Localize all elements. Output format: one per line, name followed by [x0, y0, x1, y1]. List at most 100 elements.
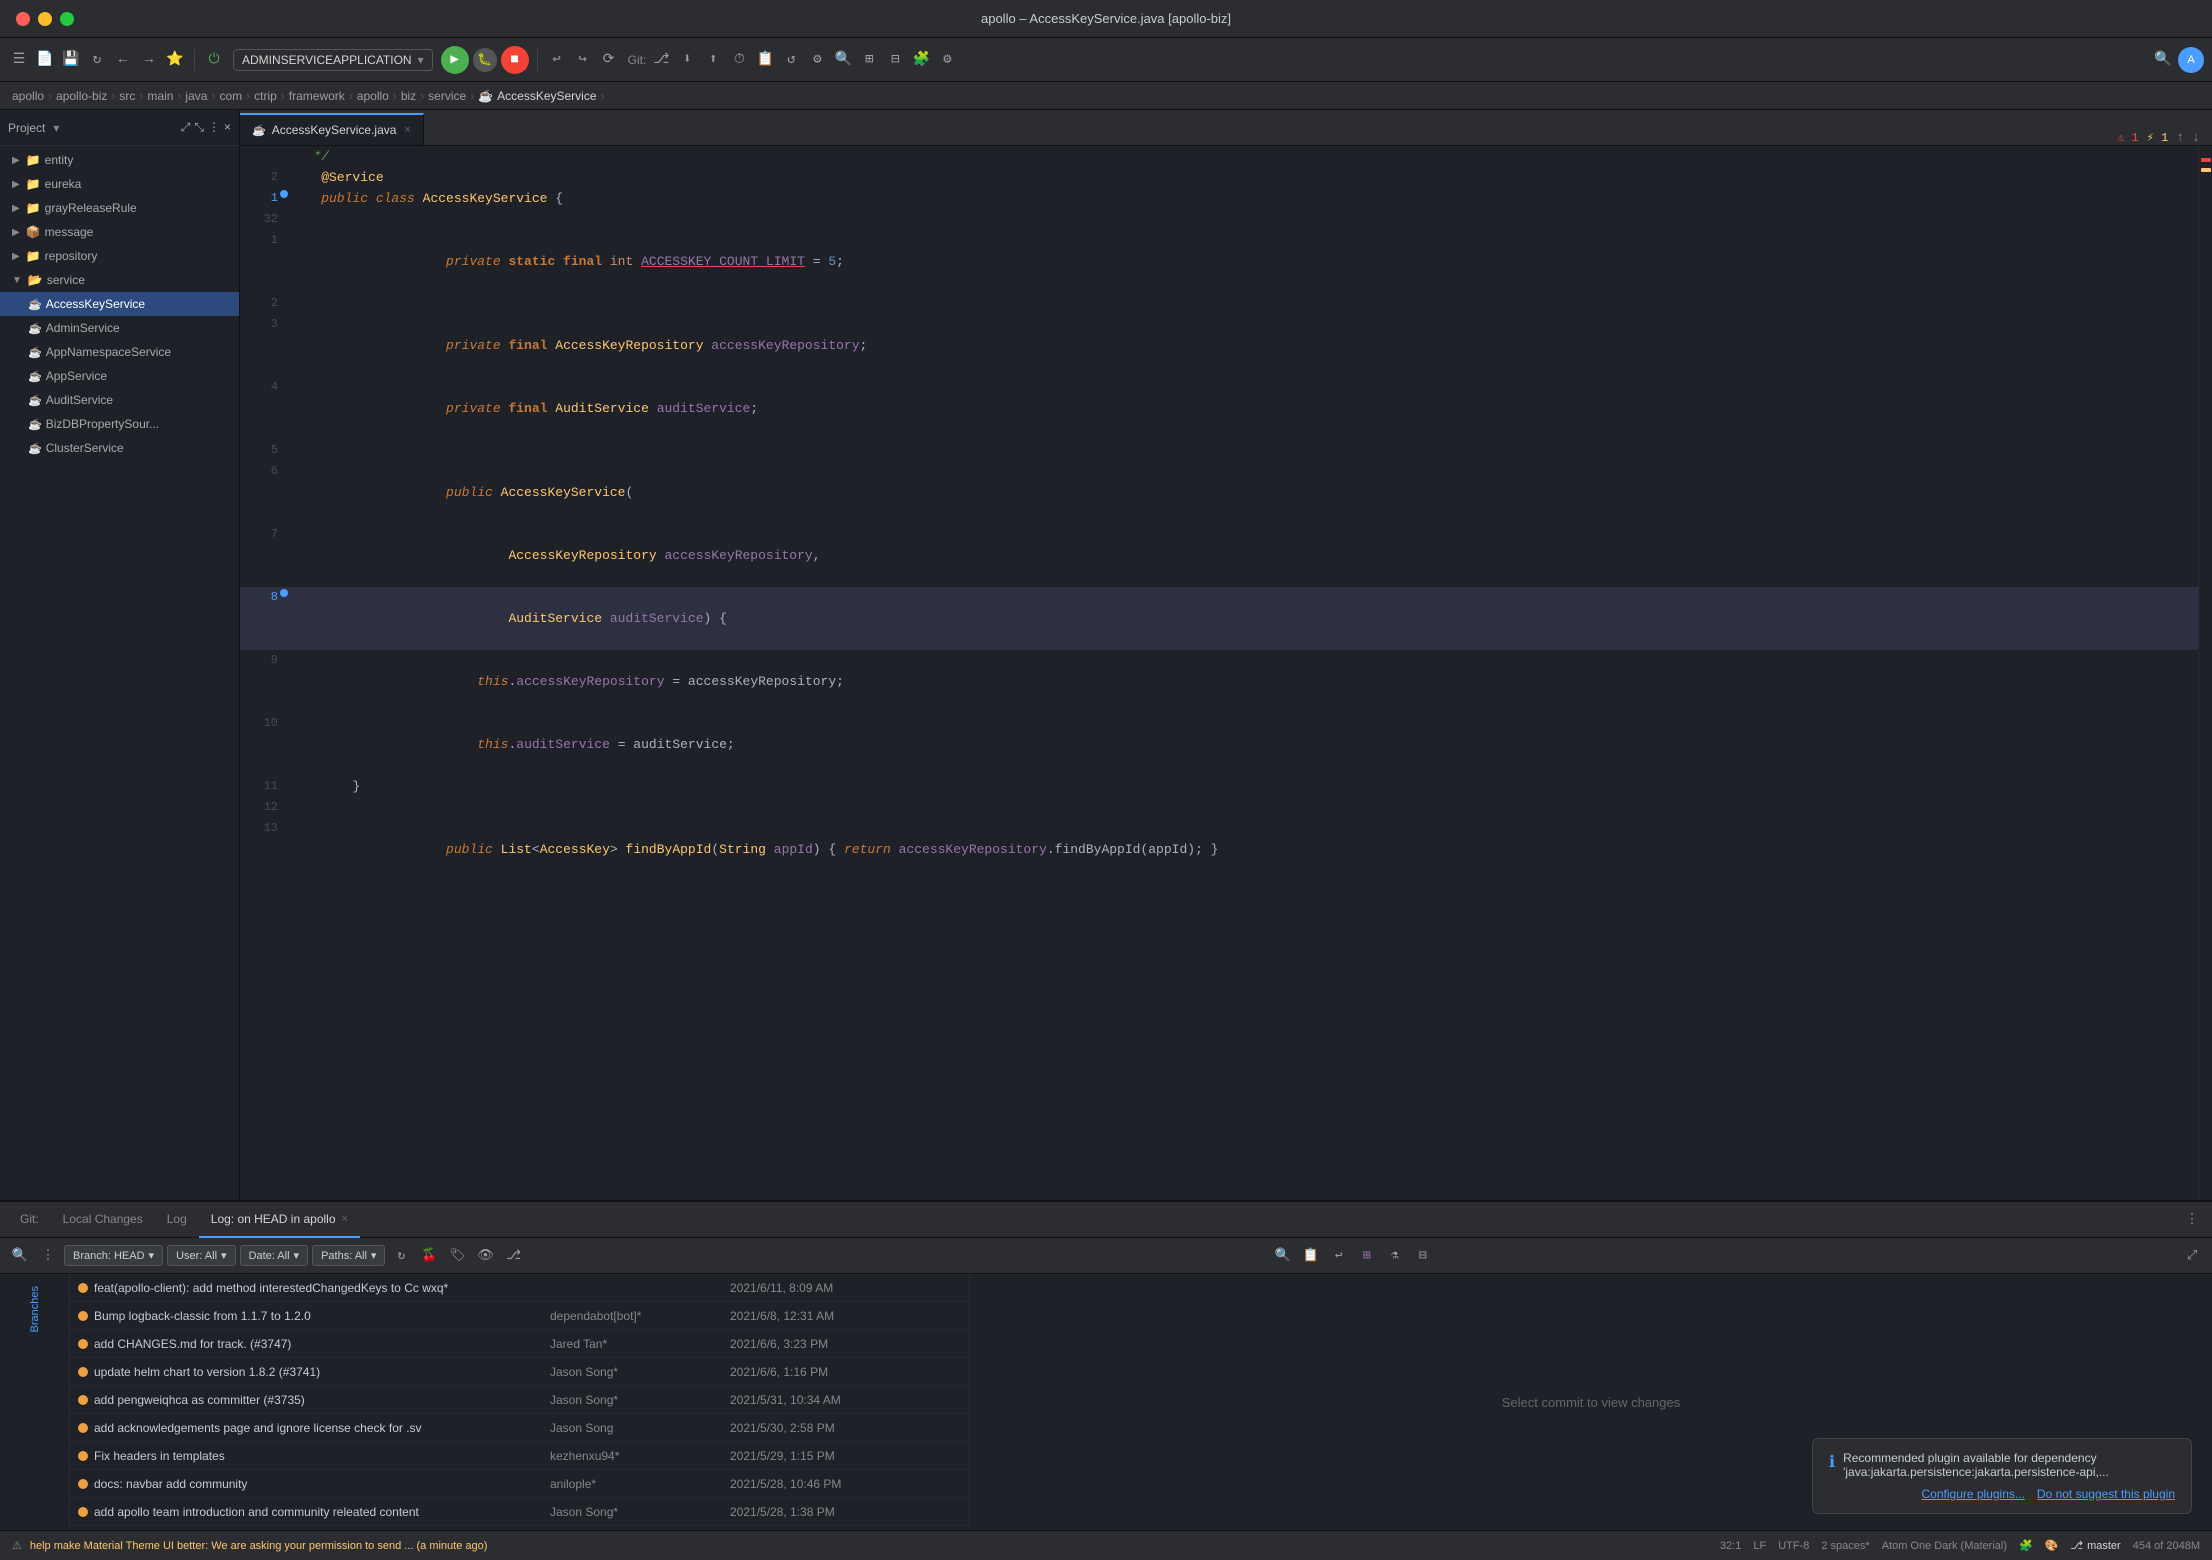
- minimize-button[interactable]: [38, 12, 52, 26]
- git-grid-icon[interactable]: ⊞: [1355, 1244, 1379, 1268]
- sidebar-item-cluster-service[interactable]: ☕ ClusterService: [0, 436, 239, 460]
- breadcrumb-ctrip[interactable]: ctrip: [254, 89, 277, 103]
- status-line-sep[interactable]: LF: [1753, 1540, 1766, 1552]
- tab-log-on-head[interactable]: Log: on HEAD in apollo ×: [199, 1202, 360, 1238]
- user-filter[interactable]: User: All ▾: [167, 1245, 236, 1266]
- sidebar-collapse-icon[interactable]: ⤡: [194, 120, 204, 135]
- nav-up-icon[interactable]: ↑: [2176, 130, 2184, 145]
- theme-icon-status[interactable]: 🎨: [2045, 1539, 2059, 1552]
- close-button[interactable]: [16, 12, 30, 26]
- commit-row[interactable]: feat(apollo-client): add method interest…: [70, 1274, 969, 1302]
- save-icon[interactable]: 💾: [60, 49, 82, 71]
- bottom-more-icon[interactable]: ⋮: [2180, 1208, 2204, 1232]
- status-encoding[interactable]: UTF-8: [1778, 1540, 1809, 1552]
- breadcrumb-java[interactable]: java: [185, 89, 207, 103]
- revert-icon[interactable]: ↩: [546, 49, 568, 71]
- new-file-icon[interactable]: 📄: [34, 49, 56, 71]
- commit-row[interactable]: docs: navbar add community anilople* 202…: [70, 1470, 969, 1498]
- commit-row[interactable]: add acknowledgements page and ignore lic…: [70, 1414, 969, 1442]
- git-options-icon[interactable]: ⋮: [36, 1244, 60, 1268]
- sidebar-item-app-namespace-service[interactable]: ☕ AppNamespaceService: [0, 340, 239, 364]
- sidebar-item-audit-service[interactable]: ☕ AuditService: [0, 388, 239, 412]
- sidebar-item-gray-release-rule[interactable]: ▶ 📁 grayReleaseRule: [0, 196, 239, 220]
- tab-log[interactable]: Log: [155, 1202, 199, 1238]
- git-filter2-icon[interactable]: ⚗: [1383, 1244, 1407, 1268]
- back-icon[interactable]: ←: [112, 49, 134, 71]
- layout-icon[interactable]: ⊞: [858, 49, 880, 71]
- git-branch-icon[interactable]: ⎇: [650, 49, 672, 71]
- branch-filter[interactable]: Branch: HEAD ▾: [64, 1245, 163, 1266]
- tab-close-button[interactable]: ×: [404, 124, 410, 136]
- redo-icon[interactable]: ↪: [572, 49, 594, 71]
- search-run-icon[interactable]: 🔍: [832, 49, 854, 71]
- date-filter[interactable]: Date: All ▾: [240, 1245, 309, 1266]
- breadcrumb-src[interactable]: src: [119, 89, 135, 103]
- sidebar-item-eureka[interactable]: ▶ 📁 eureka: [0, 172, 239, 196]
- breadcrumb-apollo2[interactable]: apollo: [357, 89, 389, 103]
- project-icon[interactable]: ☰: [8, 49, 30, 71]
- paths-filter[interactable]: Paths: All ▾: [312, 1245, 385, 1266]
- sidebar-item-service[interactable]: ▼ 📂 service: [0, 268, 239, 292]
- git-push-icon[interactable]: ⬆: [702, 49, 724, 71]
- sidebar-item-entity[interactable]: ▶ 📁 entity: [0, 148, 239, 172]
- breadcrumb-service[interactable]: service: [428, 89, 466, 103]
- commit-row[interactable]: add apollo team introduction and communi…: [70, 1498, 969, 1526]
- breadcrumb-apollo[interactable]: apollo: [12, 89, 44, 103]
- plugin-icon[interactable]: 🧩: [910, 49, 932, 71]
- debug-button[interactable]: 🐛: [473, 48, 497, 72]
- bookmark-icon[interactable]: ⭐: [164, 49, 186, 71]
- nav-down-icon[interactable]: ↓: [2192, 130, 2200, 145]
- commit-row[interactable]: add CHANGES.md for track. (#3747) Jared …: [70, 1330, 969, 1358]
- git-branch2-icon[interactable]: ⎇: [501, 1244, 525, 1268]
- git-branch-status[interactable]: ⎇ master: [2070, 1539, 2120, 1552]
- git-revert3-icon[interactable]: ↩: [1327, 1244, 1351, 1268]
- breadcrumb-file[interactable]: AccessKeyService: [497, 89, 596, 103]
- commit-row[interactable]: Fix headers in templates kezhenxu94* 202…: [70, 1442, 969, 1470]
- refresh-icon[interactable]: ↻: [86, 49, 108, 71]
- breadcrumb-biz[interactable]: biz: [401, 89, 416, 103]
- power-icon[interactable]: ⏻: [203, 49, 225, 71]
- sidebar-expand-icon[interactable]: ⤢: [181, 120, 191, 135]
- git-eye-icon[interactable]: 👁: [473, 1244, 497, 1268]
- git-log-list[interactable]: feat(apollo-client): add method interest…: [70, 1274, 970, 1530]
- tab-log-close-button[interactable]: ×: [342, 1213, 348, 1225]
- sidebar-item-repository[interactable]: ▶ 📁 repository: [0, 244, 239, 268]
- run-configuration[interactable]: ADMINSERVICEAPPLICATION ▾: [233, 49, 433, 71]
- stop-button[interactable]: ■: [501, 46, 529, 74]
- search-toolbar-icon[interactable]: 🔍: [2152, 49, 2174, 71]
- git-revert2-icon[interactable]: ↺: [780, 49, 802, 71]
- sidebar-item-message[interactable]: ▶ 📦 message: [0, 220, 239, 244]
- git-history-icon[interactable]: ⏱: [728, 49, 750, 71]
- layout2-icon[interactable]: ⊟: [884, 49, 906, 71]
- sidebar-more-icon[interactable]: ⋮: [208, 120, 220, 135]
- breadcrumb-main[interactable]: main: [147, 89, 173, 103]
- tab-access-key-service[interactable]: ☕ AccessKeyService.java ×: [240, 113, 424, 145]
- tab-git[interactable]: Git:: [8, 1202, 51, 1238]
- git-search2-icon[interactable]: 🔍: [1271, 1244, 1295, 1268]
- branches-label[interactable]: Branches: [25, 1282, 45, 1336]
- status-indent[interactable]: 2 spaces*: [1821, 1540, 1869, 1552]
- commit-row[interactable]: update helm chart to version 1.8.2 (#374…: [70, 1358, 969, 1386]
- breadcrumb-framework[interactable]: framework: [289, 89, 345, 103]
- run-button[interactable]: ▶: [441, 46, 469, 74]
- git-table-icon[interactable]: ⊟: [1411, 1244, 1435, 1268]
- git-search-icon[interactable]: 🔍: [8, 1244, 32, 1268]
- git-settings-icon[interactable]: ⚙: [806, 49, 828, 71]
- avatar[interactable]: A: [2178, 47, 2204, 73]
- git-pull-icon[interactable]: ⬇: [676, 49, 698, 71]
- tab-local-changes[interactable]: Local Changes: [51, 1202, 155, 1238]
- settings-icon[interactable]: ⚙: [936, 49, 958, 71]
- configure-plugins-link[interactable]: Configure plugins...: [1922, 1487, 2025, 1501]
- sidebar-item-admin-service[interactable]: ☕ AdminService: [0, 316, 239, 340]
- git-refresh-icon[interactable]: ↻: [389, 1244, 413, 1268]
- git-log-icon[interactable]: 📋: [754, 49, 776, 71]
- sidebar-item-app-service[interactable]: ☕ AppService: [0, 364, 239, 388]
- plugin-icon-status[interactable]: 🧩: [2019, 1539, 2033, 1552]
- sidebar-item-biz-db-property-source[interactable]: ☕ BizDBPropertySour...: [0, 412, 239, 436]
- status-line-col[interactable]: 32:1: [1720, 1540, 1741, 1552]
- sidebar-close-icon[interactable]: ×: [224, 120, 231, 135]
- maximize-button[interactable]: [60, 12, 74, 26]
- git-cherry-pick-icon[interactable]: 🍒: [417, 1244, 441, 1268]
- update-icon[interactable]: ⟳: [598, 49, 620, 71]
- commit-row[interactable]: Bump logback-classic from 1.1.7 to 1.2.0…: [70, 1302, 969, 1330]
